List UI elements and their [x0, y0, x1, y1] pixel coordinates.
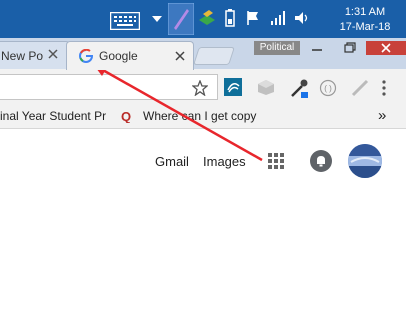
- tab-label: Google: [99, 49, 138, 63]
- close-icon[interactable]: [175, 51, 185, 61]
- annotation-arrow: [93, 64, 263, 162]
- tab-google[interactable]: Google: [66, 41, 194, 70]
- google-g-icon: [79, 49, 93, 63]
